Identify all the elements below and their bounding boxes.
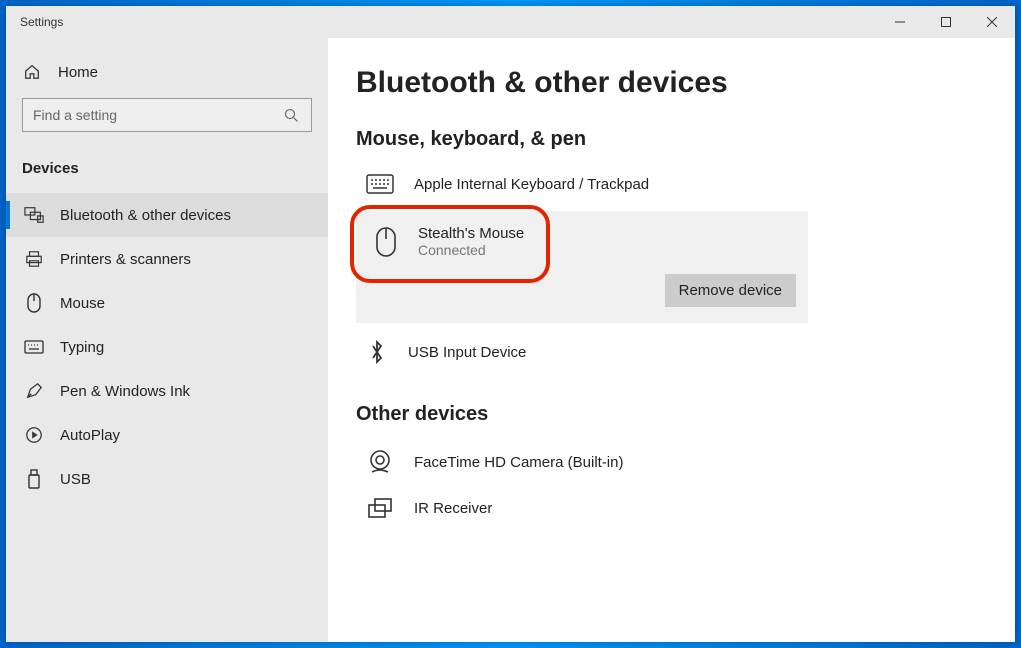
nav-home[interactable]: Home [6,52,328,92]
home-icon [22,62,42,82]
minimize-button[interactable] [877,6,923,38]
search-placeholder: Find a setting [33,107,281,123]
remove-device-button[interactable]: Remove device [665,274,796,307]
section-heading-input: Mouse, keyboard, & pen [356,128,1015,151]
usb-icon [24,469,44,489]
device-usb-input[interactable]: USB Input Device [356,329,808,375]
device-stealth-mouse-selected[interactable]: Stealth's Mouse Connected Remove device [356,211,808,323]
device-ir-receiver[interactable]: IR Receiver [356,486,808,530]
section-heading-other: Other devices [356,403,1015,426]
printer-icon [24,249,44,269]
device-name: USB Input Device [408,344,526,361]
mouse-icon [24,293,44,313]
settings-window: Settings Home Find a setting [6,6,1015,642]
close-button[interactable] [969,6,1015,38]
bluetooth-icon [366,339,388,365]
sidebar-item-typing[interactable]: Typing [6,325,328,369]
pen-icon [24,381,44,401]
devices-icon [24,205,44,225]
nav-home-label: Home [58,64,98,81]
main-content: Bluetooth & other devices Mouse, keyboar… [328,38,1015,642]
mouse-icon [374,227,398,257]
sidebar-item-label: Mouse [60,295,105,312]
camera-icon [366,448,394,476]
keyboard-icon [24,337,44,357]
sidebar-item-autoplay[interactable]: AutoPlay [6,413,328,457]
autoplay-icon [24,425,44,445]
titlebar: Settings [6,6,1015,38]
device-name: Stealth's Mouse [418,225,524,242]
sidebar-item-label: USB [60,471,91,488]
device-name: FaceTime HD Camera (Built-in) [414,454,623,471]
sidebar-item-label: AutoPlay [60,427,120,444]
sidebar-item-label: Pen & Windows Ink [60,383,190,400]
sidebar-item-bluetooth[interactable]: Bluetooth & other devices [6,193,328,237]
sidebar-item-label: Bluetooth & other devices [60,207,231,224]
sidebar-item-mouse[interactable]: Mouse [6,281,328,325]
sidebar-item-label: Printers & scanners [60,251,191,268]
device-name: IR Receiver [414,500,492,517]
device-status: Connected [418,242,524,258]
device-apple-keyboard[interactable]: Apple Internal Keyboard / Trackpad [356,163,808,205]
sidebar-item-pen[interactable]: Pen & Windows Ink [6,369,328,413]
receiver-icon [366,496,394,520]
page-title: Bluetooth & other devices [356,66,1015,100]
sidebar-category-title: Devices [6,150,328,193]
keyboard-icon [366,173,394,195]
sidebar-item-usb[interactable]: USB [6,457,328,501]
sidebar: Home Find a setting Devices Bluetooth & … [6,38,328,642]
window-title: Settings [20,15,63,29]
sidebar-item-label: Typing [60,339,104,356]
search-icon [281,105,301,125]
search-input[interactable]: Find a setting [22,98,312,132]
device-facetime-camera[interactable]: FaceTime HD Camera (Built-in) [356,438,808,486]
maximize-button[interactable] [923,6,969,38]
sidebar-item-printers[interactable]: Printers & scanners [6,237,328,281]
device-name: Apple Internal Keyboard / Trackpad [414,176,649,193]
